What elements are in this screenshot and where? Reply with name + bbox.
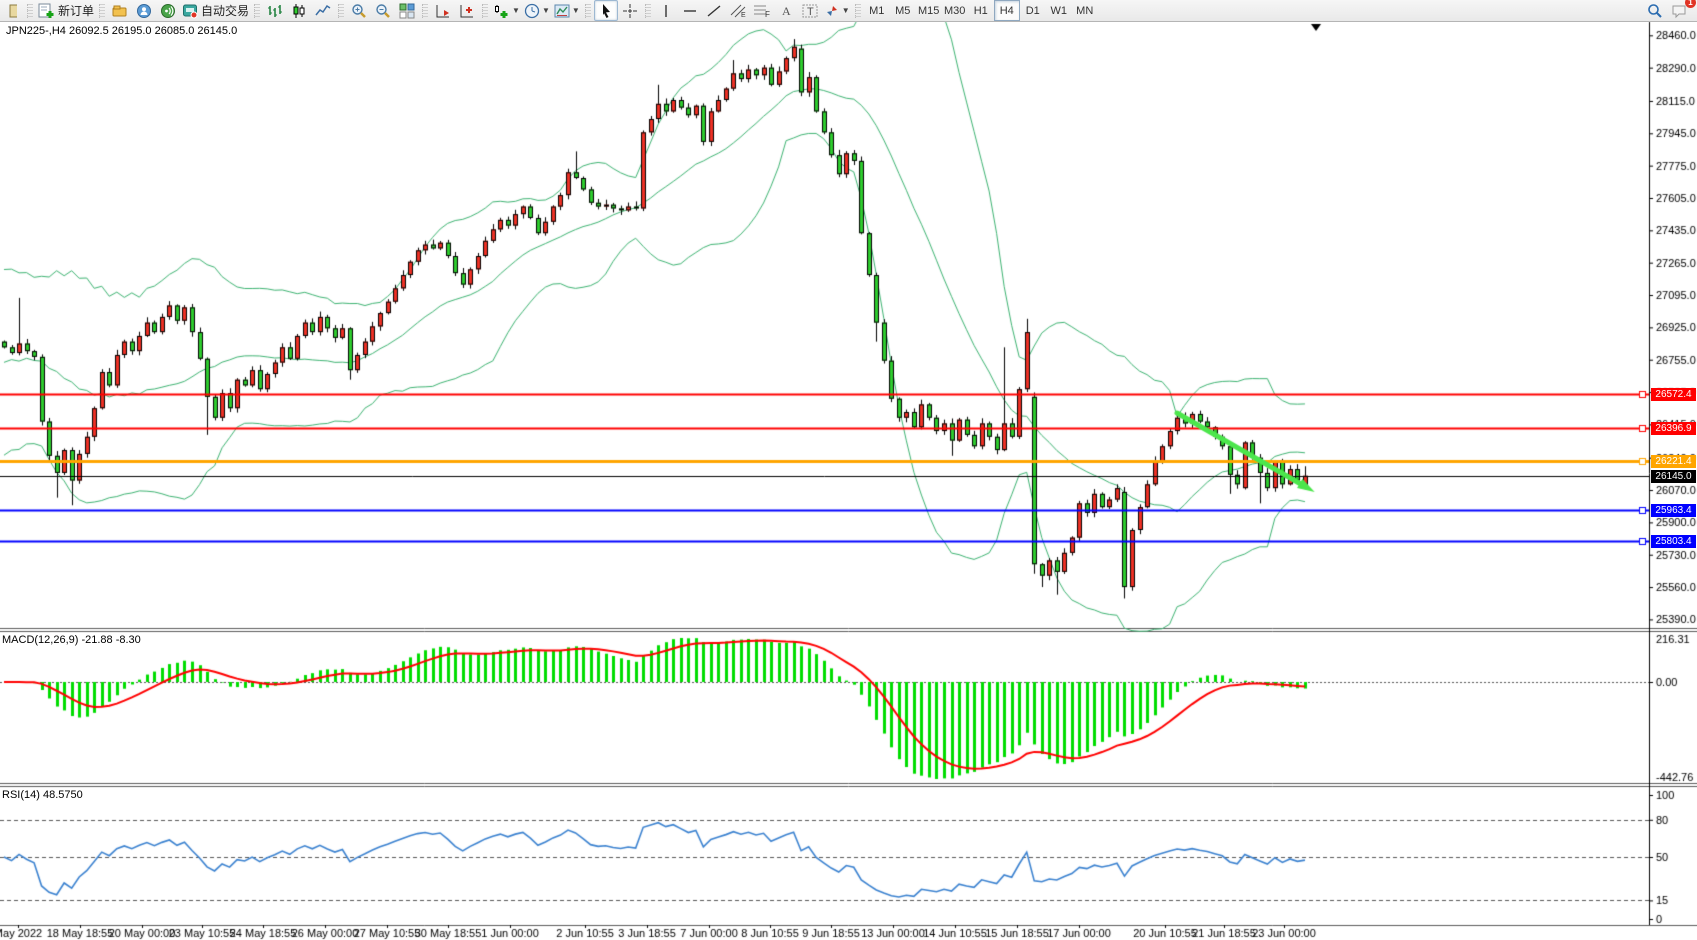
- candle-chart-type-button[interactable]: [287, 0, 311, 21]
- person-icon: [136, 3, 152, 19]
- linechart-icon: [315, 3, 331, 19]
- text-label-button[interactable]: T: [798, 0, 822, 21]
- price-tag-current-price: 26145.0: [1651, 470, 1696, 483]
- vline-icon: [660, 3, 672, 19]
- zoomin-icon: [351, 3, 367, 19]
- neworder-icon: [38, 3, 55, 19]
- chevron-down-icon[interactable]: ▼: [542, 6, 550, 15]
- toolbar-group-grip[interactable]: [585, 4, 591, 18]
- timeframe-w1-button[interactable]: W1: [1046, 0, 1072, 21]
- profilechart-icon: [554, 3, 570, 19]
- tile-windows-button[interactable]: [395, 0, 419, 21]
- horizontal-line-button[interactable]: [678, 0, 702, 21]
- zoom-in-button[interactable]: [347, 0, 371, 21]
- candles-icon: [291, 3, 307, 19]
- cursor-icon: [600, 3, 612, 19]
- newchart-icon: [493, 3, 510, 19]
- textA-icon: A: [779, 3, 793, 19]
- clock-icon: [524, 3, 540, 19]
- channel-icon: E: [729, 3, 747, 19]
- zoom-out-button[interactable]: [371, 0, 395, 21]
- chevron-down-icon[interactable]: ▼: [842, 6, 850, 15]
- signal-icon: [160, 3, 176, 19]
- tile-icon: [399, 3, 415, 19]
- timeframe-h1-button[interactable]: H1: [968, 0, 994, 21]
- signals-button[interactable]: [156, 0, 180, 21]
- arrows-button[interactable]: ▼: [822, 0, 852, 21]
- bar-chart-type-button[interactable]: [263, 0, 287, 21]
- toolbar-group-grip[interactable]: [338, 4, 344, 18]
- chart-title: JPN225-,H4 26092.5 26195.0 26085.0 26145…: [6, 25, 237, 37]
- clipped-tool-icon[interactable]: [0, 0, 24, 21]
- macd-indicator-label: MACD(12,26,9) -21.88 -8.30: [2, 634, 141, 646]
- svg-text:F: F: [765, 10, 770, 19]
- cursor-button[interactable]: [594, 0, 618, 21]
- fibonacci-button[interactable]: F: [750, 0, 774, 21]
- arrows-icon: [824, 3, 840, 19]
- price-tag-support-1[interactable]: 25963.4: [1651, 504, 1696, 517]
- chevron-down-icon[interactable]: ▼: [512, 6, 520, 15]
- price-tag-support-2[interactable]: 25803.4: [1651, 535, 1696, 548]
- robot-icon: [182, 3, 198, 19]
- timeframe-m1-button[interactable]: M1: [864, 0, 890, 21]
- crosshair-button[interactable]: [618, 0, 642, 21]
- new-order-button-label: 新订单: [58, 2, 94, 19]
- timeframe-mn-button[interactable]: MN: [1072, 0, 1098, 21]
- toolbar-group-grip[interactable]: [254, 4, 260, 18]
- market-watch-button[interactable]: [132, 0, 156, 21]
- rsi-indicator-label: RSI(14) 48.5750: [2, 789, 83, 801]
- timeframe-m15-button[interactable]: M15: [916, 0, 942, 21]
- search-icon[interactable]: [1643, 0, 1667, 21]
- labelT-icon: T: [802, 3, 818, 19]
- price-tag-pivot[interactable]: 26221.4: [1651, 455, 1696, 468]
- toolbar-group-grip[interactable]: [482, 4, 488, 18]
- autoscroll-icon: [435, 3, 451, 19]
- timeframe-d1-button[interactable]: D1: [1020, 0, 1046, 21]
- equidistant-channel-button[interactable]: E: [726, 0, 750, 21]
- vertical-line-button[interactable]: [654, 0, 678, 21]
- svg-text:A: A: [782, 4, 791, 18]
- toolbar-group-grip[interactable]: [99, 4, 105, 18]
- auto-trading-button[interactable]: 自动交易: [180, 0, 251, 21]
- notifications-chat-icon[interactable]: 1: [1667, 0, 1691, 21]
- toolbar-group-grip[interactable]: [855, 4, 861, 18]
- profiles-folder-button[interactable]: [108, 0, 132, 21]
- toolbar-group-grip[interactable]: [422, 4, 428, 18]
- mt4-window: 新订单 自动交易 ▼ ▼ ▼ E F A T ▼ M1M5M15M30H1H4D1W1MN 1 JPN…: [0, 0, 1697, 940]
- trendline-button[interactable]: [702, 0, 726, 21]
- crosshair-icon: [622, 3, 638, 19]
- timeframe-m30-button[interactable]: M30: [942, 0, 968, 21]
- auto-trading-button-label: 自动交易: [201, 2, 249, 19]
- timeframe-h4-button[interactable]: H4: [994, 0, 1020, 21]
- price-chart-canvas[interactable]: [0, 0, 1697, 940]
- line-chart-type-button[interactable]: [311, 0, 335, 21]
- trend-icon: [706, 3, 722, 19]
- hline-icon: [682, 3, 698, 19]
- toolbar-group-grip[interactable]: [645, 4, 651, 18]
- chart-shift-button[interactable]: [455, 0, 479, 21]
- chart-profile-button[interactable]: ▼: [552, 0, 582, 21]
- new-chart-button[interactable]: ▼: [491, 0, 522, 21]
- price-tag-resistance-2[interactable]: 26396.9: [1651, 422, 1696, 435]
- fibo-icon: F: [753, 3, 771, 19]
- text-button[interactable]: A: [774, 0, 798, 21]
- chevron-down-icon[interactable]: ▼: [572, 6, 580, 15]
- price-tag-resistance-1[interactable]: 26572.4: [1651, 388, 1696, 401]
- clipped-icon: [7, 3, 17, 19]
- svg-text:T: T: [807, 6, 814, 18]
- bars-icon: [267, 3, 283, 19]
- zoomout-icon: [375, 3, 391, 19]
- svg-text:E: E: [741, 12, 746, 19]
- folder-icon: [112, 3, 128, 19]
- timeframe-m5-button[interactable]: M5: [890, 0, 916, 21]
- toolbar-group-grip[interactable]: [27, 4, 33, 18]
- main-toolbar: 新订单 自动交易 ▼ ▼ ▼ E F A T ▼ M1M5M15M30H1H4D1W1MN 1: [0, 0, 1697, 22]
- periodicity-button[interactable]: ▼: [522, 0, 552, 21]
- new-order-button[interactable]: 新订单: [36, 0, 96, 21]
- chartshift-icon: [459, 3, 475, 19]
- notification-badge: 1: [1685, 0, 1696, 8]
- auto-scroll-button[interactable]: [431, 0, 455, 21]
